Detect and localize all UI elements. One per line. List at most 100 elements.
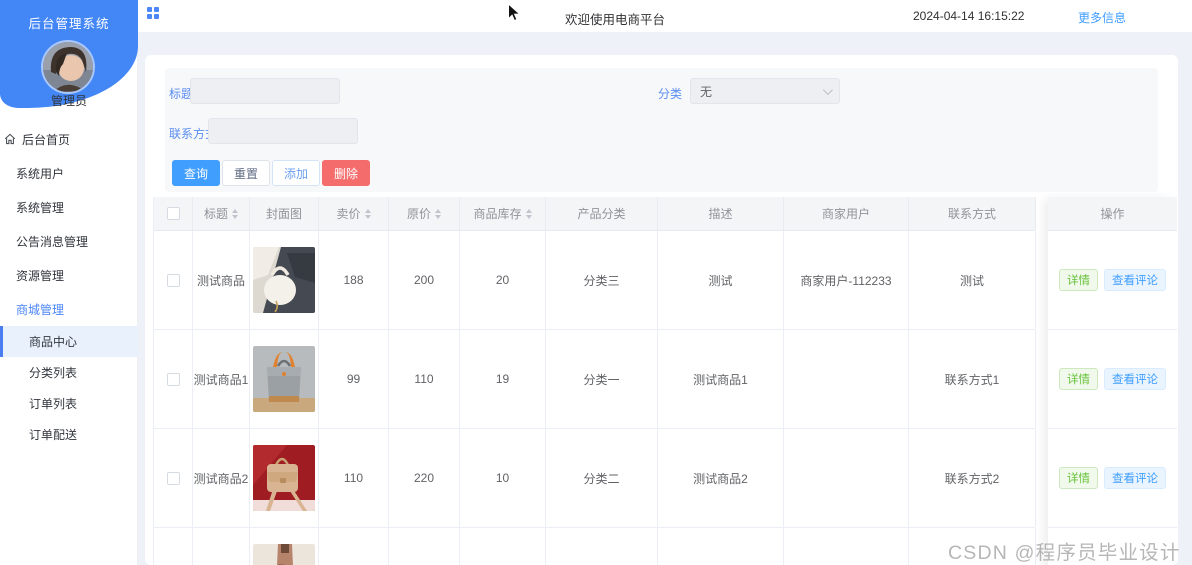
row-actions: 详情 查看评论	[1048, 231, 1177, 330]
view-comments-button[interactable]: 查看评论	[1104, 368, 1166, 390]
sidebar-item-system-management[interactable]: 系统管理	[0, 190, 138, 224]
cell-category: 分类二	[546, 429, 658, 527]
sidebar-item-order-delivery[interactable]: 订单配送	[0, 419, 138, 450]
cell-sell-price: 188	[319, 231, 389, 329]
sidebar: 后台管理系统 管理员 后台首页 系统用户 系统管理 公告消息管理 资源管理 商城…	[0, 0, 138, 565]
category-field-label: 分类	[658, 87, 683, 101]
contact-search-input[interactable]	[208, 118, 358, 144]
cell-description: 测试商品2	[658, 429, 784, 527]
column-header-contact: 联系方式	[909, 197, 1036, 230]
table-row: 测试商品 188 200 20 分类三 测试 商家用户-112233 测试	[154, 231, 1036, 330]
product-cover-image[interactable]	[253, 445, 315, 511]
detail-button[interactable]: 详情	[1059, 467, 1098, 489]
sidebar-item-resource-management[interactable]: 资源管理	[0, 258, 138, 292]
datetime-display: 2024-04-14 16:15:22	[913, 9, 1025, 23]
sidebar-item-system-users[interactable]: 系统用户	[0, 156, 138, 190]
column-header-original-price[interactable]: 原价	[389, 197, 460, 230]
search-form: 标题 分类 无 联系方式 查询 重置 添加 删除	[165, 68, 1158, 192]
sidebar-item-label: 公告消息管理	[16, 234, 89, 249]
avatar[interactable]	[43, 42, 93, 92]
cell-description: 测试	[658, 231, 784, 329]
cell-original-price	[389, 528, 460, 565]
column-header-title[interactable]: 标题	[193, 197, 250, 230]
sort-icon[interactable]	[232, 208, 238, 219]
product-cover-image[interactable]	[253, 346, 315, 412]
column-header-stock[interactable]: 商品库存	[460, 197, 546, 230]
row-actions: 详情 查看评论	[1048, 330, 1177, 429]
cell-stock: 10	[460, 429, 546, 527]
cell-title: 测试商品1	[193, 330, 250, 428]
detail-button[interactable]: 详情	[1059, 269, 1098, 291]
sidebar-item-label: 商品中心	[29, 335, 78, 349]
cell-description: 测试商品1	[658, 330, 784, 428]
cell-category: 分类三	[546, 231, 658, 329]
cell-title	[193, 528, 250, 565]
column-header-sell-price[interactable]: 卖价	[319, 197, 389, 230]
home-icon	[4, 133, 16, 145]
select-all-cell	[154, 197, 193, 230]
more-info-link[interactable]: 更多信息	[1078, 9, 1126, 26]
delete-button[interactable]: 删除	[322, 160, 371, 186]
query-button[interactable]: 查询	[172, 160, 221, 186]
cell-contact: 联系方式2	[909, 429, 1036, 527]
column-header-merchant: 商家用户	[784, 197, 909, 230]
add-button[interactable]: 添加	[272, 160, 321, 186]
row-actions: 详情 查看评论	[1048, 429, 1177, 528]
cell-stock: 19	[460, 330, 546, 428]
sidebar-item-dashboard[interactable]: 后台首页	[0, 122, 138, 156]
operations-column: 操作 详情 查看评论 详情 查看评论 详情 查看评论	[1048, 197, 1177, 565]
sidebar-item-announcement-management[interactable]: 公告消息管理	[0, 224, 138, 258]
reset-button[interactable]: 重置	[222, 160, 271, 186]
category-select[interactable]: 无	[690, 78, 840, 104]
column-header-cover: 封面图	[250, 197, 319, 230]
welcome-title: 欢迎使用电商平台	[565, 13, 666, 27]
sidebar-item-label: 订单列表	[29, 397, 78, 411]
select-all-checkbox[interactable]	[166, 207, 180, 220]
sidebar-item-mall-management[interactable]: 商城管理	[0, 292, 138, 326]
cell-merchant	[784, 528, 909, 565]
sidebar-item-label: 订单配送	[29, 428, 78, 442]
sidebar-item-label: 系统用户	[16, 166, 65, 181]
column-header-operations: 操作	[1048, 197, 1177, 231]
cell-contact: 联系方式1	[909, 330, 1036, 428]
product-cover-image[interactable]	[253, 544, 315, 565]
sort-icon[interactable]	[364, 208, 371, 219]
sidebar-item-label: 资源管理	[16, 268, 65, 283]
product-cover-image[interactable]	[253, 247, 315, 313]
sidebar-item-order-list[interactable]: 订单列表	[0, 388, 138, 419]
app-window: 后台管理系统 管理员 后台首页 系统用户 系统管理 公告消息管理 资源管理 商城…	[0, 0, 1192, 565]
csdn-watermark: CSDN @程序员毕业设计	[948, 542, 1181, 564]
cell-description	[658, 528, 784, 565]
cell-sell-price: 110	[319, 429, 389, 527]
cell-title: 测试商品	[193, 231, 250, 329]
sidebar-item-label: 后台首页	[22, 132, 71, 147]
sidebar-item-product-center[interactable]: 商品中心	[0, 326, 138, 357]
content-card: 标题 分类 无 联系方式 查询 重置 添加 删除 标题 封面图 卖价 原价 商品…	[145, 55, 1178, 565]
sidebar-item-category-list[interactable]: 分类列表	[0, 357, 138, 388]
cell-original-price: 200	[389, 231, 460, 329]
cell-original-price: 220	[389, 429, 460, 527]
cell-category: 分类一	[546, 330, 658, 428]
products-table: 标题 封面图 卖价 原价 商品库存 产品分类 描述 商家用户 联系方式 测试商品…	[153, 197, 1036, 565]
sidebar-menu: 后台首页 系统用户 系统管理 公告消息管理 资源管理 商城管理 商品中心 分类列…	[0, 122, 138, 450]
cell-contact: 测试	[909, 231, 1036, 329]
row-checkbox[interactable]	[166, 273, 180, 287]
chevron-down-icon	[822, 84, 833, 95]
column-header-description: 描述	[658, 197, 784, 230]
view-comments-button[interactable]: 查看评论	[1104, 467, 1166, 489]
detail-button[interactable]: 详情	[1059, 368, 1098, 390]
sort-icon[interactable]	[435, 208, 441, 219]
sort-icon[interactable]	[525, 208, 532, 219]
table-row: 测试商品2 110 220 10 分类二 测试商品2 联系方式2	[154, 429, 1036, 528]
row-checkbox[interactable]	[166, 372, 180, 386]
app-title: 后台管理系统	[28, 17, 110, 31]
admin-role-label: 管理员	[50, 94, 87, 108]
cell-stock	[460, 528, 546, 565]
view-comments-button[interactable]: 查看评论	[1104, 269, 1166, 291]
row-checkbox[interactable]	[166, 471, 180, 485]
cell-merchant	[784, 429, 909, 527]
cell-sell-price: 99	[319, 330, 389, 428]
cell-stock: 20	[460, 231, 546, 329]
menu-grid-icon[interactable]	[147, 7, 159, 19]
title-search-input[interactable]	[190, 78, 340, 104]
